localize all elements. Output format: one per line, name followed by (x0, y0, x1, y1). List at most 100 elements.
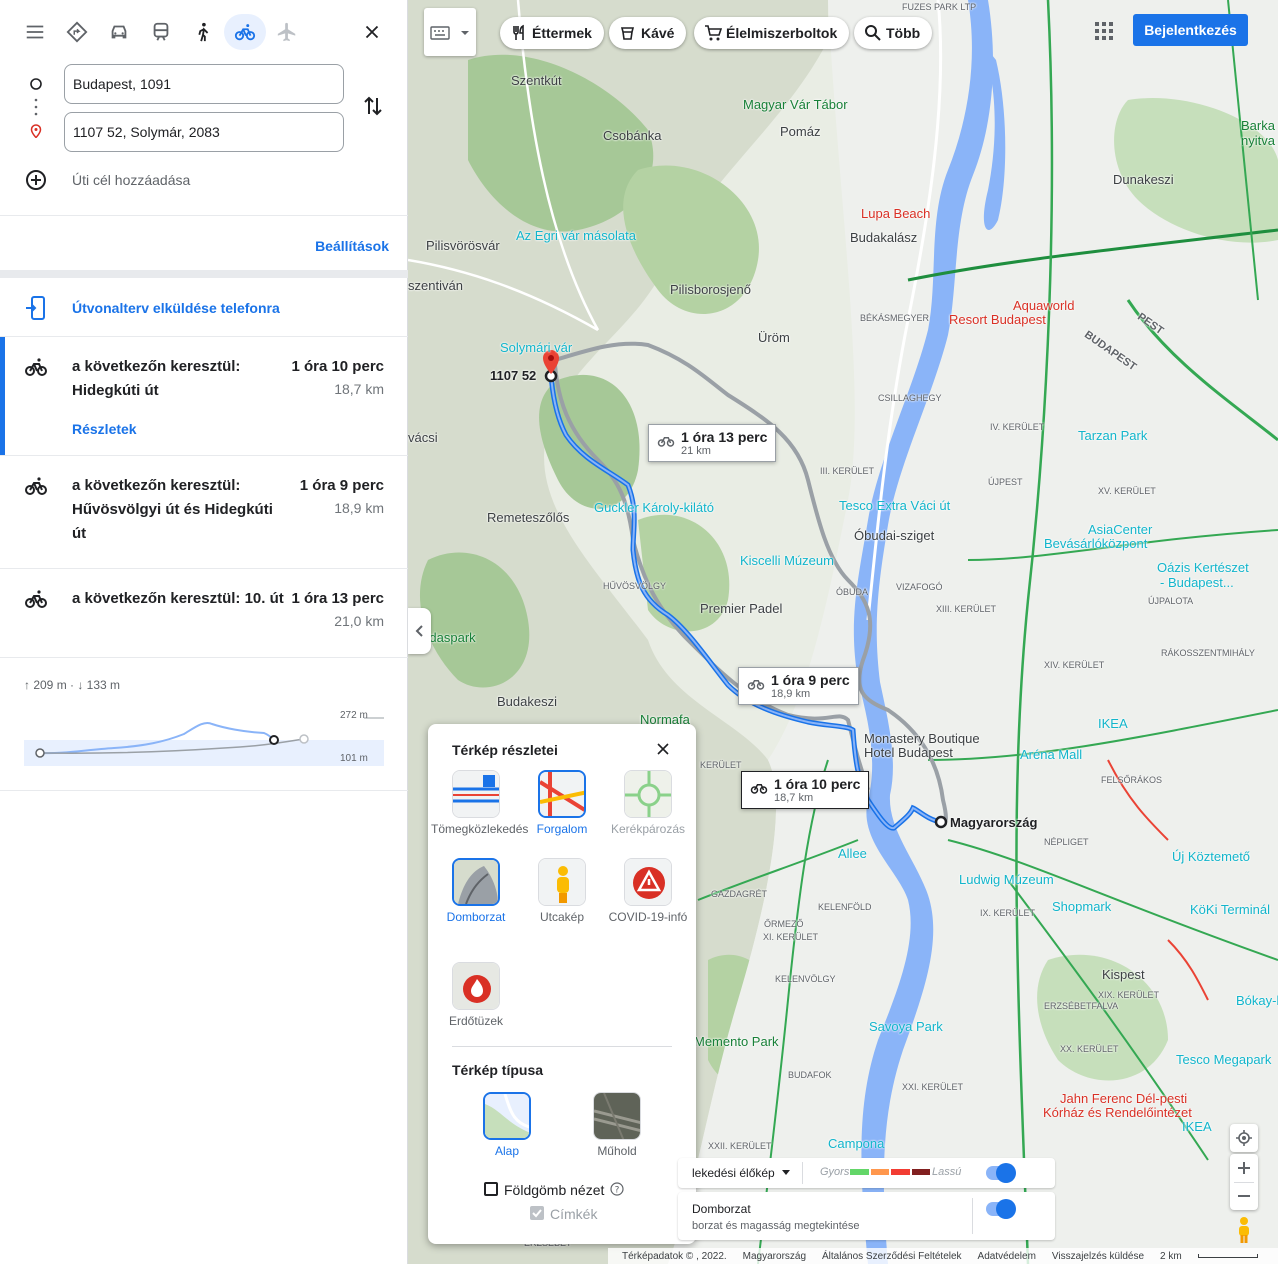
destination-input[interactable]: 1107 52, Solymár, 2083 (64, 112, 344, 152)
layer-street-view[interactable]: Utcakép (517, 858, 607, 924)
place-label[interactable]: Tesco Megapark (1176, 1052, 1271, 1067)
settings-link[interactable]: Beállítások (315, 238, 389, 254)
transit-mode-button[interactable] (140, 14, 182, 50)
route-details-link[interactable]: Részletek (72, 421, 137, 437)
route-option-3[interactable]: a következőn keresztül: 10. út 1 óra 13 … (0, 569, 408, 658)
place-label[interactable]: Hotel Budapest (864, 745, 953, 760)
place-label: ŐRMEZŐ (764, 919, 804, 929)
map-canvas[interactable]: Szentkút Magyar Vár Tábor Csobánka Pomáz… (408, 0, 1278, 1264)
place-label[interactable]: Memento Park (694, 1034, 779, 1049)
place-label[interactable]: Solymári vár (500, 340, 572, 355)
route-option-1[interactable]: a következőn keresztül: Hidegkúti út 1 ó… (0, 337, 408, 456)
apps-grid-icon[interactable] (1095, 22, 1113, 40)
place-label[interactable]: Új Köztemető (1172, 849, 1250, 864)
zoom-out-icon[interactable] (1237, 1189, 1251, 1203)
route-tooltip-1[interactable]: 1 óra 10 perc 18,7 km (741, 771, 870, 809)
place-label[interactable]: Monastery Boutique (864, 731, 980, 746)
privacy-link[interactable]: Adatvédelem (978, 1251, 1036, 1262)
place-label[interactable]: IKEA (1182, 1119, 1212, 1134)
layer-transit[interactable]: Tömegközlekedés (431, 770, 528, 836)
pegman-button[interactable] (1230, 1214, 1258, 1246)
place-label[interactable]: Aréna Mall (1020, 747, 1082, 762)
add-circle-icon[interactable] (24, 168, 48, 192)
place-label[interactable]: Bókay-ke (1236, 993, 1278, 1008)
menu-button[interactable] (14, 14, 56, 50)
layer-bicycling[interactable]: Kerékpározás (603, 770, 693, 836)
swap-icon[interactable] (362, 94, 384, 118)
my-location-button[interactable] (1230, 1124, 1258, 1152)
help-icon[interactable]: ? (610, 1182, 624, 1196)
bike-mode-button[interactable] (224, 14, 266, 50)
layer-terrain[interactable]: Domborzat (431, 858, 521, 924)
layer-covid[interactable]: COVID-19-infó (603, 858, 693, 924)
map-type-satellite[interactable]: Műhold (572, 1092, 662, 1158)
send-to-phone-icon[interactable] (24, 295, 48, 321)
feedback-link[interactable]: Visszajelzés küldése (1052, 1251, 1144, 1262)
place-label: KELENVÖLGY (775, 974, 836, 984)
more-chip[interactable]: Több (854, 17, 933, 49)
close-directions-button[interactable] (351, 14, 393, 50)
route-tooltip-3[interactable]: 1 óra 13 perc 21 km (648, 424, 777, 462)
place-label[interactable]: Aquaworld (1013, 298, 1074, 313)
chevron-down-icon[interactable] (782, 1170, 790, 1176)
globe-view-checkbox[interactable] (484, 1182, 498, 1196)
place-label[interactable]: Kórház és Rendelőintézet (1043, 1105, 1192, 1120)
flight-mode-button[interactable] (266, 14, 308, 50)
place-label[interactable]: Tarzan Park (1078, 428, 1147, 443)
place-label[interactable]: Premier Padel (700, 601, 782, 616)
bicycle-icon (747, 680, 765, 690)
coffee-chip[interactable]: Kávé (609, 17, 687, 49)
route-option-2[interactable]: a következőn keresztül: Hűvösvölgyi út é… (0, 456, 408, 569)
place-label[interactable]: Shopmark (1052, 899, 1111, 914)
send-to-phone-link[interactable]: Útvonalterv elküldése telefonra (72, 300, 280, 316)
zoom-in-icon[interactable] (1237, 1161, 1251, 1175)
place-label[interactable]: Jahn Ferenc Dél-pesti (1060, 1091, 1187, 1106)
place-label[interactable]: Ludwig Múzeum (959, 872, 1054, 887)
place-label[interactable]: Kiscelli Múzeum (740, 553, 834, 568)
map-type-default[interactable]: Alap (462, 1092, 552, 1158)
place-label[interactable]: Oázis Kertészet (1157, 560, 1249, 575)
car-mode-button[interactable] (98, 14, 140, 50)
add-destination-link[interactable]: Úti cél hozzáadása (72, 172, 190, 188)
sign-in-button[interactable]: Bejelentkezés (1133, 14, 1248, 46)
default-map-thumbnail (483, 1092, 531, 1140)
terms-link[interactable]: Általános Szerződési Feltételek (822, 1251, 962, 1262)
traffic-toggle[interactable] (986, 1163, 1016, 1183)
place-label[interactable]: Resort Budapest (949, 312, 1046, 327)
layer-traffic[interactable]: Forgalom (517, 770, 607, 836)
collapse-panel-button[interactable] (408, 608, 431, 654)
place-label[interactable]: Barka nyitva (1241, 118, 1278, 148)
place-label: XIV. KERÜLET (1044, 660, 1105, 670)
svg-text:?: ? (615, 1186, 620, 1196)
place-label[interactable]: AsiaCenter (1088, 522, 1152, 537)
menu-icon (26, 25, 44, 39)
place-label[interactable]: Az Egri vár másolata (516, 228, 636, 243)
route-tooltip-2[interactable]: 1 óra 9 perc 18,9 km (738, 667, 859, 705)
place-label[interactable]: Magyar Vár Tábor (743, 97, 848, 112)
place-label[interactable]: - Budapest... (1160, 575, 1234, 590)
place-label[interactable]: Bevásárlóközpont (1044, 536, 1147, 551)
place-label[interactable]: Lupa Beach (861, 206, 930, 221)
close-icon[interactable] (656, 742, 670, 756)
layer-wildfires[interactable]: Erdőtüzek (431, 962, 521, 1028)
scale-label[interactable]: 2 km (1160, 1251, 1182, 1262)
walk-mode-button[interactable] (182, 14, 224, 50)
route-time: 1 óra 10 perc (291, 358, 384, 375)
terrain-toggle[interactable] (986, 1199, 1016, 1219)
elevation-summary: ↑ 209 m · ↓ 133 m (24, 678, 121, 692)
place-label: CSILLAGHEGY (878, 393, 942, 403)
place-label[interactable]: Tesco Extra Váci út (839, 498, 950, 513)
origin-input[interactable]: Budapest, 1091 (64, 64, 344, 104)
groceries-chip[interactable]: Élelmiszerboltok (694, 17, 850, 49)
place-label[interactable]: KöKi Terminál (1190, 902, 1270, 917)
place-label[interactable]: Savoya Park (869, 1019, 943, 1034)
best-mode-button[interactable] (56, 14, 98, 50)
restaurants-chip[interactable]: Éttermek (500, 17, 604, 49)
place-label: Dunakeszi (1113, 172, 1174, 187)
place-label[interactable]: IKEA (1098, 716, 1128, 731)
place-label[interactable]: Allee (838, 846, 867, 861)
place-label[interactable]: Campona (828, 1136, 884, 1151)
country-link[interactable]: Magyarország (743, 1251, 806, 1262)
input-tools[interactable] (424, 8, 476, 56)
place-label[interactable]: Guckler Károly-kilátó (594, 500, 714, 515)
